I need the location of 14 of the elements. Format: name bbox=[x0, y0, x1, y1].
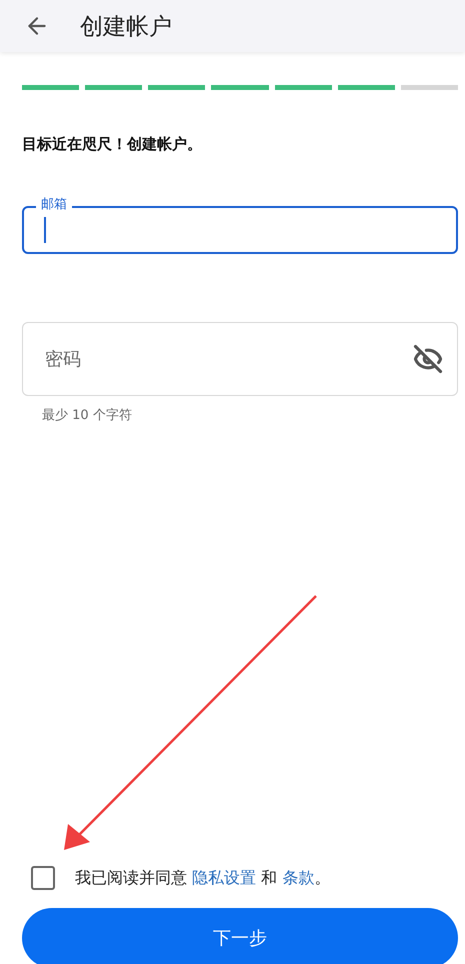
page-title: 创建帐户 bbox=[80, 12, 172, 42]
visibility-toggle[interactable] bbox=[413, 344, 443, 374]
terms-link[interactable]: 条款 bbox=[282, 868, 314, 886]
password-hint: 最少 10 个字符 bbox=[42, 407, 133, 424]
eye-off-icon bbox=[413, 344, 443, 374]
password-field[interactable]: 密码 bbox=[22, 322, 458, 396]
email-label: 邮箱 bbox=[36, 197, 72, 213]
agree-checkbox[interactable] bbox=[31, 866, 55, 890]
terms-link[interactable]: 隐私设置 bbox=[192, 868, 256, 886]
next-button[interactable]: 下一步 bbox=[22, 908, 458, 964]
agreement-text: 我已阅读并同意 隐私设置 和 条款。 bbox=[75, 868, 330, 888]
password-input[interactable]: 密码 bbox=[43, 348, 413, 370]
headline: 目标近在咫尺！创建帐户。 bbox=[22, 135, 203, 154]
text-cursor bbox=[44, 217, 46, 243]
